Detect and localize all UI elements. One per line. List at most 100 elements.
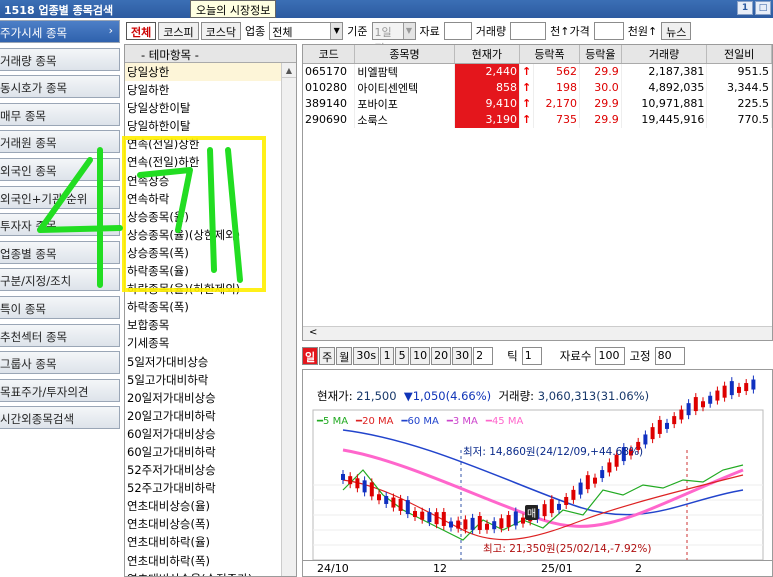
theme-list-item[interactable]: 연초대비상승(폭)	[125, 515, 296, 533]
candle-body	[751, 379, 756, 390]
candle-body	[492, 521, 497, 530]
minute-input[interactable]: 2	[473, 347, 494, 365]
theme-list-item[interactable]: 연초대비하락(율)	[125, 533, 296, 551]
sidebar-item-label: 시간외종목검색	[0, 412, 75, 427]
sidebar-item[interactable]: 주가시세 종목 ›	[0, 20, 120, 43]
results-hscrollbar[interactable]: <	[303, 326, 772, 340]
column-header[interactable]: 등락율	[579, 45, 622, 64]
theme-list-item[interactable]: 연속(전일)상한	[125, 135, 296, 153]
period-button[interactable]: 30	[452, 347, 473, 365]
maximize-icon[interactable]: □	[755, 1, 771, 15]
base-select[interactable]: 1일전 ▼	[371, 22, 416, 55]
sidebar-item[interactable]: 추천섹터 종목	[0, 323, 120, 347]
column-header[interactable]: 전일비	[706, 45, 772, 64]
table-row[interactable]: 290690 소룩스 3,190 ↑ 735 29.9 19,445,916 770.5	[303, 111, 772, 128]
theme-list-item[interactable]: 하락종목(율)	[125, 262, 296, 280]
fixed-input[interactable]: 80	[654, 347, 685, 365]
theme-list-item[interactable]: 연속(전일)하한	[125, 153, 296, 171]
table-row[interactable]: 389140 포바이포 9,410 ↑ 2,170 29.9 10,971,881 225.5	[303, 95, 772, 112]
sidebar-item[interactable]: 시간외종목검색	[0, 406, 120, 430]
table-row[interactable]: 065170 비엘팜텍 2,440 ↑ 562 29.9 2,187,381 951.5	[303, 63, 772, 80]
theme-list-item[interactable]: 기세종목	[125, 334, 296, 352]
table-cell: 29.9	[579, 111, 622, 128]
sidebar-item[interactable]: 특이 종목	[0, 296, 120, 319]
theme-list-item[interactable]: 당일상한	[125, 63, 296, 82]
theme-list-item[interactable]: 5일고가대비하락	[125, 371, 296, 389]
sidebar-item[interactable]: 구분/지정/조치	[0, 268, 120, 292]
theme-list-item[interactable]: 연속상승	[125, 172, 296, 190]
theme-list-item[interactable]: 당일하한	[125, 81, 296, 99]
theme-list-item[interactable]: 20일저가대비상승	[125, 389, 296, 407]
market-all-button[interactable]: 전체	[126, 22, 157, 40]
theme-list-item[interactable]: 연초대비상승(율)	[125, 497, 296, 515]
candle-body	[643, 434, 648, 445]
theme-list-item[interactable]: 60일고가대비하락	[125, 443, 296, 461]
theme-list-item[interactable]: 52주저가대비상승	[125, 461, 296, 479]
price-input[interactable]	[593, 22, 624, 40]
scroll-up-icon[interactable]: ▲	[282, 63, 296, 78]
market-kosdaq-button[interactable]: 코스닥	[200, 22, 241, 40]
period-button[interactable]: 5	[395, 347, 410, 365]
theme-list-item[interactable]: 연초대비상승율(순전주가)	[125, 570, 296, 576]
sidebar-item[interactable]: 동시호가 종목	[0, 75, 120, 99]
sidebar-item[interactable]: 외국인 종목	[0, 158, 120, 181]
candle-body	[506, 515, 511, 528]
theme-list-item[interactable]: 60일저가대비상승	[125, 425, 296, 443]
theme-list-item[interactable]: 당일상한이탈	[125, 99, 296, 117]
news-button[interactable]: 뉴스	[661, 22, 692, 40]
price-change: ▼1,050(4.66%)	[403, 389, 492, 403]
stock-chart[interactable]: 현재가: 21,500 ▼1,050(4.66%) 거래량: 3,060,313…	[302, 369, 773, 577]
theme-list-item[interactable]: 연초대비하락(폭)	[125, 552, 296, 570]
column-header[interactable]: 거래량	[621, 45, 708, 64]
volume-label: 거래량	[475, 25, 507, 38]
column-header[interactable]: 종목명	[354, 45, 455, 64]
sidebar-item[interactable]: 거래량 종목	[0, 47, 120, 71]
theme-list-item[interactable]: 52주고가대비하락	[125, 479, 296, 497]
theme-list-item[interactable]: 당일하한이탈	[125, 117, 296, 135]
theme-list-item[interactable]: 상승종목(율)	[125, 208, 296, 226]
sidebar-item[interactable]: 매무 종목	[0, 102, 120, 126]
chart-controls: 일 주 월 30s 1 5 10 20 30 2 틱 1 자료수 100 고정 80	[302, 345, 773, 367]
candle-body	[650, 427, 655, 440]
sidebar-item[interactable]: 업종별 종목	[0, 240, 120, 264]
scroll-left-icon[interactable]: <	[309, 327, 317, 338]
corner-button[interactable]: 1	[737, 1, 753, 15]
market-info-tooltip: 오늘의 시장정보	[190, 0, 277, 18]
period-button[interactable]: 1	[380, 347, 395, 365]
sidebar-item[interactable]: 목표주가/투자의견	[0, 378, 120, 402]
theme-list-item[interactable]: 상승종목(율)(상한제외)	[125, 226, 296, 244]
capital-input[interactable]	[443, 22, 472, 40]
table-row[interactable]: 010280 아이티센엔텍 858 ↑ 198 30.0 4,892,035 3,344.5	[303, 79, 772, 96]
column-header[interactable]: 현재가	[454, 45, 521, 64]
sidebar-item[interactable]: 투자자 종목	[0, 213, 120, 237]
count-input[interactable]: 100	[595, 347, 626, 365]
period-button[interactable]: 30s	[353, 347, 380, 365]
period-button[interactable]: 주	[319, 347, 336, 365]
period-button[interactable]: 일	[302, 347, 319, 365]
table-cell: 아이티센엔텍	[354, 79, 455, 96]
period-button[interactable]: 월	[336, 347, 353, 365]
theme-list-item[interactable]: 하락종목(율)(하한제외)	[125, 280, 296, 298]
tick-input[interactable]: 1	[521, 347, 542, 365]
column-header[interactable]: 등락폭	[519, 45, 581, 64]
theme-list-item[interactable]: 보합종목	[125, 316, 296, 334]
candle-body	[715, 390, 720, 401]
sidebar-item[interactable]: 외국인+기관 순위	[0, 185, 120, 209]
theme-list-item[interactable]: 상승종목(폭)	[125, 244, 296, 262]
period-button[interactable]: 20	[431, 347, 452, 365]
theme-list-item[interactable]: 하락종목(폭)	[125, 298, 296, 316]
volume-input[interactable]	[510, 22, 547, 40]
period-button[interactable]: 10	[410, 347, 431, 365]
sidebar-item[interactable]: 거래원 종목	[0, 130, 120, 154]
market-kospi-button[interactable]: 코스피	[158, 22, 199, 40]
theme-scrollbar[interactable]: ▲	[281, 63, 296, 576]
sector-select[interactable]: 전체 ▼	[269, 22, 344, 40]
column-header[interactable]: 코드	[303, 45, 356, 64]
candle-body	[477, 515, 482, 530]
theme-list-item[interactable]: 20일고가대비하락	[125, 407, 296, 425]
chevron-down-icon: ▼	[402, 23, 415, 39]
filter-toolbar: 전체 코스피 코스닥 업종 전체 ▼ 기준 1일전 ▼ 자료 거래량 천↑가격 …	[126, 20, 773, 55]
theme-list-item[interactable]: 연속하락	[125, 190, 296, 208]
theme-list-item[interactable]: 5일저가대비상승	[125, 353, 296, 371]
sidebar-item[interactable]: 그룹사 종목	[0, 351, 120, 375]
